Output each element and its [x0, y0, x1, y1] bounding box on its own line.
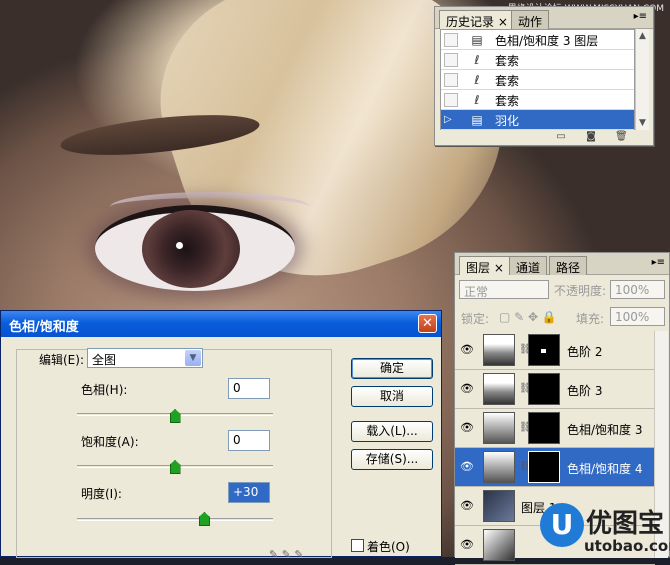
hue-saturation-thumbnail — [483, 412, 515, 444]
history-item-label: 套索 — [495, 54, 520, 68]
history-item[interactable]: ℓ 套索 — [441, 70, 634, 90]
trash-icon[interactable]: 🗑 — [615, 131, 628, 142]
history-item[interactable]: ▤ 色相/饱和度 3 图层 — [441, 30, 634, 50]
layer-row[interactable]: 👁 ⛓ 色相/饱和度 3 — [455, 409, 655, 448]
colorize-label: 着色(O) — [367, 540, 410, 554]
photo-thumbnail — [483, 490, 515, 522]
fill-input[interactable]: 100% — [610, 307, 665, 326]
eye-icon[interactable]: 👁 — [460, 500, 474, 512]
cancel-button[interactable]: 取消 — [351, 386, 433, 407]
tab-actions[interactable]: 动作 — [511, 10, 550, 29]
feather-icon: ▤ — [471, 113, 483, 127]
layer-name: 色阶 2 — [567, 345, 603, 359]
history-toolbar: ▭ ◙ 🗑 — [435, 128, 653, 145]
chevron-down-icon[interactable]: ▼ — [185, 350, 201, 366]
lightness-slider-track[interactable] — [77, 518, 273, 521]
tab-channels[interactable]: 通道 — [509, 256, 548, 275]
levels-thumbnail — [483, 373, 515, 405]
history-item-label: 套索 — [495, 94, 520, 108]
colorize-checkbox[interactable] — [351, 539, 364, 552]
hue-saturation-thumbnail — [483, 451, 515, 483]
edit-label: 编辑(E): — [39, 353, 84, 367]
snapshot-checkbox[interactable] — [444, 53, 458, 67]
hue-label: 色相(H): — [81, 383, 128, 397]
lock-icons[interactable]: ▢ ✎ ✥ 🔒 — [499, 310, 557, 324]
watermark-url: utobao.com — [584, 537, 670, 555]
blend-row: 正常 不透明度: 100% — [459, 280, 665, 300]
hue-input[interactable]: 0 — [228, 378, 270, 399]
layer-mask — [528, 451, 560, 483]
history-item-label: 套索 — [495, 74, 520, 88]
history-scrollbar[interactable]: ▲ ▼ — [635, 29, 649, 130]
fill-label: 填充: — [576, 312, 605, 326]
ok-button[interactable]: 确定 — [351, 358, 433, 379]
history-list: ▤ 色相/饱和度 3 图层 ℓ 套索 ℓ 套索 ℓ 套索 ▷ ▤ 羽化 — [440, 29, 635, 130]
snapshot-checkbox[interactable] — [444, 73, 458, 87]
edit-select[interactable]: 全图 ▼ — [87, 348, 203, 368]
history-item-label: 羽化 — [495, 114, 520, 128]
lightness-label: 明度(I): — [81, 487, 122, 501]
layer-name: 色阶 3 — [567, 384, 603, 398]
saturation-label: 饱和度(A): — [81, 435, 139, 449]
eye-glint — [176, 242, 183, 249]
layer-row[interactable]: 👁 ⛓ 色阶 2 — [455, 331, 655, 370]
iris — [142, 210, 240, 288]
hue-saturation-dialog: 色相/饱和度 ✕ 编辑(E): 全图 ▼ 色相(H): 0 饱和度(A): 0 明… — [0, 310, 442, 561]
eye-icon[interactable]: 👁 — [460, 422, 474, 434]
photo-thumbnail — [483, 529, 515, 561]
bird-logo-icon: U — [540, 503, 584, 547]
opacity-input[interactable]: 100% — [610, 280, 665, 299]
eye-icon[interactable]: 👁 — [460, 539, 474, 551]
tab-layers[interactable]: 图层 × — [459, 256, 511, 275]
panel-menu-icon[interactable]: ▸≡ — [652, 257, 665, 268]
layers-tabs: 图层 × 通道 路径 ▸≡ — [455, 253, 669, 275]
history-tabs: 历史记录 × 动作 ▸≡ — [435, 7, 653, 29]
eye-icon[interactable]: 👁 — [460, 344, 474, 356]
layer-mask — [528, 412, 560, 444]
lock-label: 锁定: — [461, 312, 490, 326]
close-icon[interactable]: ✕ — [418, 314, 437, 333]
history-panel: 历史记录 × 动作 ▸≡ ▤ 色相/饱和度 3 图层 ℓ 套索 ℓ 套索 ℓ 套索 ▷ ▤… — [434, 6, 654, 146]
edit-select-value: 全图 — [92, 353, 117, 367]
lasso-icon: ℓ — [474, 93, 480, 107]
snapshot-checkbox[interactable] — [444, 33, 458, 47]
opacity-label: 不透明度: — [554, 284, 607, 298]
layer-row-selected[interactable]: 👁 ⛓ 色相/饱和度 4 — [455, 448, 655, 487]
lightness-input[interactable]: +30 — [228, 482, 270, 503]
tab-history[interactable]: 历史记录 × — [439, 10, 515, 29]
eyedropper-icons[interactable]: ✎ ✎ ✎ — [269, 548, 304, 561]
history-state-marker-icon[interactable]: ▷ — [444, 113, 458, 127]
lasso-icon: ℓ — [474, 73, 480, 87]
blend-mode-select[interactable]: 正常 — [459, 280, 549, 299]
levels-thumbnail — [483, 334, 515, 366]
history-item[interactable]: ℓ 套索 — [441, 90, 634, 110]
layer-name: 色相/饱和度 3 — [567, 423, 643, 437]
layer-adjust-icon: ▤ — [471, 33, 483, 47]
watermark-logo: U 优图宝 utobao.com — [540, 503, 670, 557]
eye-icon[interactable]: 👁 — [460, 461, 474, 473]
dialog-titlebar[interactable]: 色相/饱和度 ✕ — [1, 311, 441, 337]
layer-mask — [528, 334, 560, 366]
dialog-title: 色相/饱和度 — [9, 320, 79, 335]
tab-paths[interactable]: 路径 — [549, 256, 588, 275]
settings-group — [16, 349, 332, 558]
layer-name: 色相/饱和度 4 — [567, 462, 643, 476]
new-document-icon[interactable]: ▭ — [555, 131, 567, 142]
scroll-up-icon[interactable]: ▲ — [636, 29, 649, 43]
saturation-input[interactable]: 0 — [228, 430, 270, 451]
snapshot-checkbox[interactable] — [444, 93, 458, 107]
panel-menu-icon[interactable]: ▸≡ — [634, 11, 647, 22]
watermark-name: 优图宝 — [586, 509, 665, 539]
history-item-selected[interactable]: ▷ ▤ 羽化 — [441, 110, 634, 130]
lock-row: 锁定: ▢ ✎ ✥ 🔒 填充: 100% — [459, 307, 665, 327]
snapshot-camera-icon[interactable]: ◙ — [585, 131, 597, 142]
lasso-icon: ℓ — [474, 53, 480, 67]
layer-mask — [528, 373, 560, 405]
save-button[interactable]: 存储(S)... — [351, 449, 433, 470]
history-item[interactable]: ℓ 套索 — [441, 50, 634, 70]
load-button[interactable]: 载入(L)... — [351, 421, 433, 442]
layer-row[interactable]: 👁 ⛓ 色阶 3 — [455, 370, 655, 409]
eye-icon[interactable]: 👁 — [460, 383, 474, 395]
history-item-label: 色相/饱和度 3 图层 — [495, 34, 599, 48]
